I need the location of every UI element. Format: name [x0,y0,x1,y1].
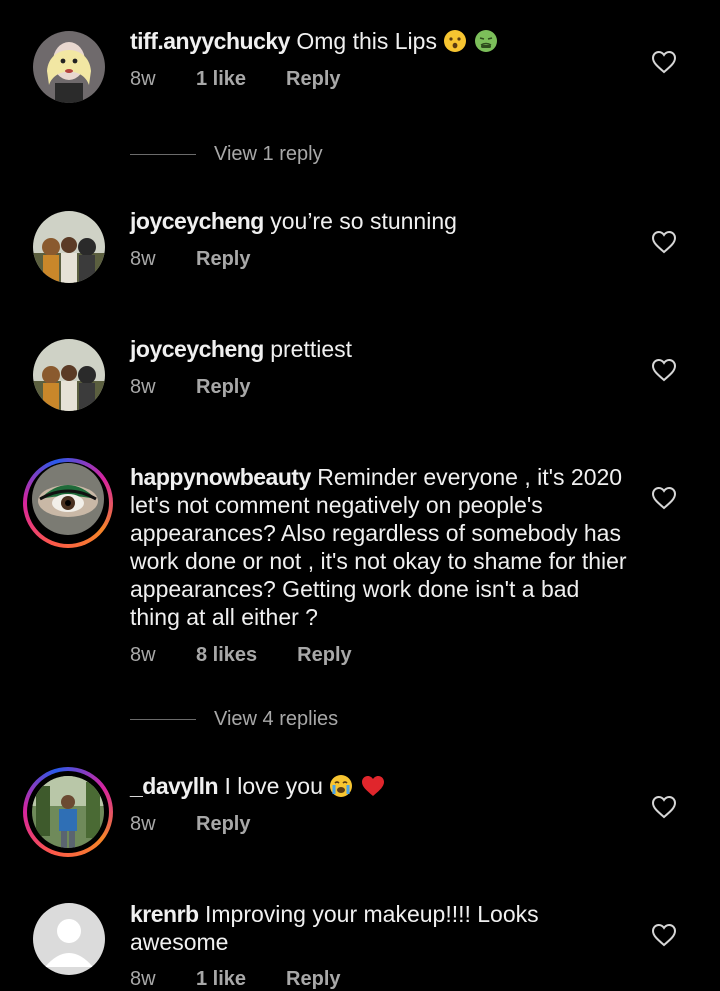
comment-age: 8w [130,644,156,666]
comment-username[interactable]: tiff.anyychucky [130,28,290,54]
like-heart-icon[interactable] [651,795,677,819]
comment-body: you’re so stunning [270,208,457,234]
avatar[interactable] [33,339,105,411]
divider [130,154,196,155]
comment-meta: 8w 1 like Reply [130,68,341,91]
like-heart-icon[interactable] [651,358,677,382]
comment-likes[interactable]: 1 like [196,68,246,91]
comment-body: prettiest [270,336,353,362]
like-heart-icon[interactable] [651,230,677,254]
comment-username[interactable]: happynowbeauty [130,464,311,490]
view-replies-label[interactable]: View 1 reply [214,143,323,166]
comment-body: Omg this Lips [296,28,437,54]
comment-username[interactable]: joyceycheng [130,208,264,234]
like-heart-icon[interactable] [651,50,677,74]
comment-text: _davylln I love you [130,772,630,804]
red-heart-emoji [360,774,386,804]
avatar[interactable] [33,31,105,103]
comment-meta: 8w 8 likes Reply [130,644,352,667]
avatar[interactable] [32,776,104,848]
comment-text: krenrb Improving your makeup!!!! Looks a… [130,900,630,956]
comment-body: I love you [224,773,323,799]
reply-button[interactable]: Reply [196,248,250,271]
divider [130,719,196,720]
view-replies-link[interactable]: View 4 replies [130,708,338,731]
comment-likes[interactable]: 8 likes [196,644,257,667]
reply-button[interactable]: Reply [196,813,250,836]
comment-meta: 8w Reply [130,813,250,836]
crying-face-emoji [329,774,353,804]
reply-button[interactable]: Reply [297,644,351,667]
comment-text: tiff.anyychucky Omg this Lips [130,27,630,59]
hushed-face-emoji [443,29,467,59]
comment-age: 8w [130,68,156,90]
comment-username[interactable]: _davylln [130,773,219,799]
comment-username[interactable]: krenrb [130,901,199,927]
comment-text: happynowbeauty Reminder everyone , it's … [130,463,630,631]
view-replies-label[interactable]: View 4 replies [214,708,338,731]
comment-meta: 8w Reply [130,248,250,271]
avatar[interactable] [33,211,105,283]
comment-text: joyceycheng you’re so stunning [130,207,630,235]
avatar[interactable] [33,903,105,975]
story-ring[interactable] [23,458,113,548]
avatar[interactable] [32,463,104,535]
like-heart-icon[interactable] [651,486,677,510]
view-replies-link[interactable]: View 1 reply [130,143,323,166]
reply-button[interactable]: Reply [286,68,340,91]
comment-text: joyceycheng prettiest [130,335,630,363]
nauseated-face-emoji [474,29,498,59]
reply-button[interactable]: Reply [196,376,250,399]
comment-username[interactable]: joyceycheng [130,336,264,362]
like-heart-icon[interactable] [651,923,677,947]
comment-meta: 8w Reply [130,376,250,399]
comment-age: 8w [130,813,156,835]
story-ring[interactable] [23,767,113,857]
comment-age: 8w [130,248,156,270]
comment-age: 8w [130,376,156,398]
